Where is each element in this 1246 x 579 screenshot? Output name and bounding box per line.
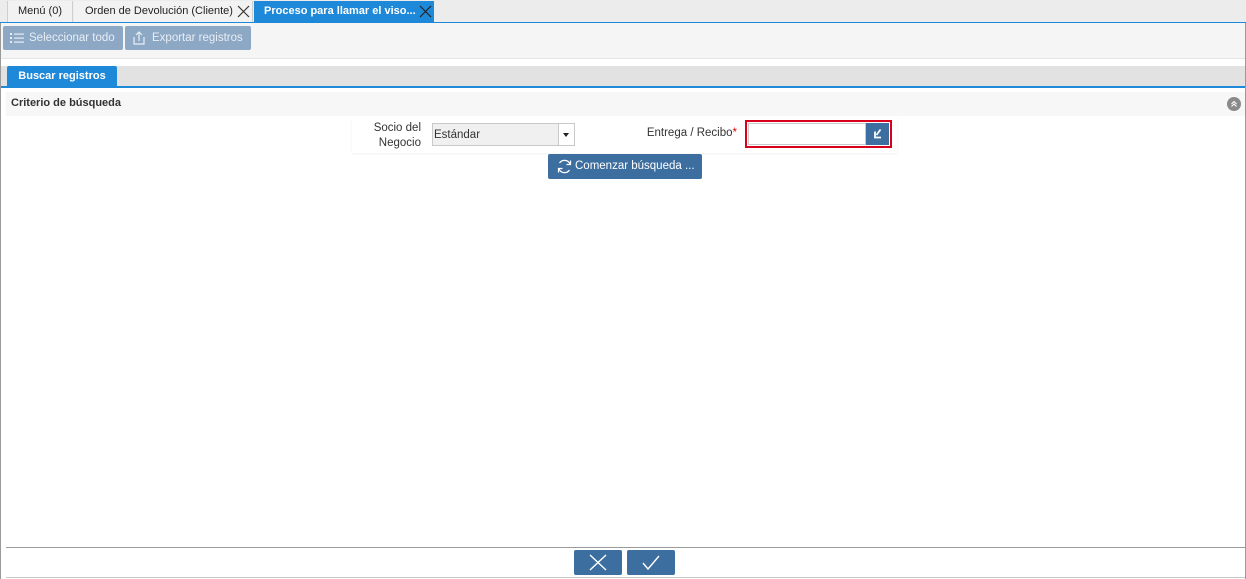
search-criteria-header[interactable]: Criterio de búsqueda: [6, 92, 1245, 116]
list-icon: [10, 33, 24, 43]
ok-button[interactable]: [627, 550, 675, 575]
close-icon: [589, 554, 607, 571]
lookup-icon: [874, 128, 882, 139]
tab-process-active[interactable]: Proceso para llamar el viso...: [254, 1, 434, 22]
select-all-button[interactable]: Seleccionar todo: [3, 26, 123, 50]
delivery-label: Entrega / Recibo: [646, 127, 733, 139]
check-icon: [642, 555, 660, 571]
business-partner-select[interactable]: Estándar: [432, 123, 575, 146]
search-criteria-title: Criterio de búsqueda: [11, 97, 122, 109]
tab-search-records[interactable]: Buscar registros: [7, 66, 117, 86]
start-search-label: Comenzar búsqueda ...: [575, 160, 695, 172]
tab-process-label: Proceso para llamar el viso...: [264, 5, 416, 17]
close-icon[interactable]: [419, 5, 432, 18]
tab-return-order-label: Orden de Devolución (Cliente): [85, 5, 233, 17]
export-records-button[interactable]: Exportar registros: [125, 26, 251, 50]
start-search-button[interactable]: Comenzar búsqueda ...: [548, 154, 702, 179]
footer-bottom-border: [6, 577, 1245, 578]
export-records-label: Exportar registros: [152, 32, 243, 44]
toolbar: Seleccionar todo Exportar registros: [1, 23, 1245, 59]
tab-bar: Menú (0) Orden de Devolución (Cliente) P…: [0, 0, 1246, 23]
tab-menu-label: Menú (0): [17, 5, 63, 17]
collapse-icon[interactable]: [1227, 97, 1241, 111]
tab-return-order[interactable]: Orden de Devolución (Cliente): [74, 1, 253, 22]
footer-divider: [6, 547, 1245, 548]
export-icon: [133, 31, 145, 45]
chevron-down-icon[interactable]: [558, 124, 574, 145]
close-icon[interactable]: [237, 5, 250, 18]
delivery-label-wrap: Entrega / Recibo*: [600, 127, 737, 139]
business-partner-label: Socio del Negocio: [373, 122, 421, 149]
delivery-field[interactable]: [748, 123, 866, 145]
select-all-label: Seleccionar todo: [29, 32, 115, 44]
tab-search-records-label: Buscar registros: [18, 70, 106, 82]
section-tab-strip: Buscar registros: [1, 66, 1245, 88]
cancel-button[interactable]: [574, 550, 622, 575]
business-partner-value: Estándar: [434, 129, 481, 141]
lookup-button[interactable]: [866, 123, 889, 145]
tab-menu[interactable]: Menú (0): [7, 1, 73, 22]
required-mark: *: [732, 127, 737, 139]
refresh-icon: [557, 159, 572, 174]
